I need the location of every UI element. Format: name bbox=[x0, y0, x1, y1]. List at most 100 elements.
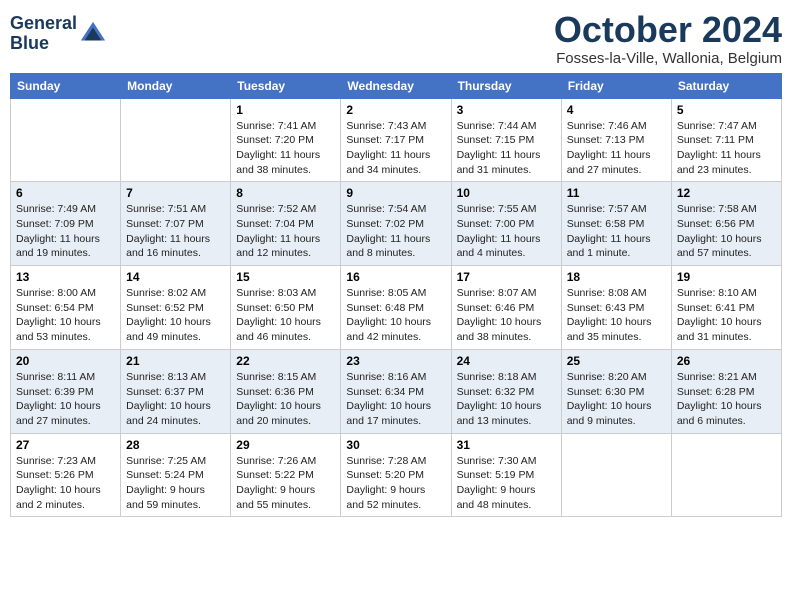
day-number: 17 bbox=[457, 270, 556, 284]
month-title: October 2024 bbox=[554, 10, 782, 50]
day-number: 27 bbox=[16, 438, 115, 452]
day-info: Sunrise: 8:16 AM Sunset: 6:34 PM Dayligh… bbox=[346, 370, 445, 429]
calendar-cell bbox=[11, 98, 121, 182]
calendar-cell: 10 Sunrise: 7:55 AM Sunset: 7:00 PM Dayli… bbox=[451, 182, 561, 266]
calendar-cell: 11 Sunrise: 7:57 AM Sunset: 6:58 PM Dayli… bbox=[561, 182, 671, 266]
day-number: 24 bbox=[457, 354, 556, 368]
day-number: 7 bbox=[126, 186, 225, 200]
day-info: Sunrise: 7:46 AM Sunset: 7:13 PM Dayligh… bbox=[567, 119, 666, 178]
day-info: Sunrise: 8:03 AM Sunset: 6:50 PM Dayligh… bbox=[236, 286, 335, 345]
day-info: Sunrise: 8:18 AM Sunset: 6:32 PM Dayligh… bbox=[457, 370, 556, 429]
calendar-cell: 15 Sunrise: 8:03 AM Sunset: 6:50 PM Dayli… bbox=[231, 266, 341, 350]
calendar-cell: 9 Sunrise: 7:54 AM Sunset: 7:02 PM Daylig… bbox=[341, 182, 451, 266]
day-number: 6 bbox=[16, 186, 115, 200]
calendar-cell: 2Sunrise: 7:43 AM Sunset: 7:17 PM Daylig… bbox=[341, 98, 451, 182]
day-info: Sunrise: 7:28 AM Sunset: 5:20 PM Dayligh… bbox=[346, 454, 445, 513]
day-number: 20 bbox=[16, 354, 115, 368]
day-number: 16 bbox=[346, 270, 445, 284]
calendar-cell: 26Sunrise: 8:21 AM Sunset: 6:28 PM Dayli… bbox=[671, 349, 781, 433]
calendar-table: SundayMondayTuesdayWednesdayThursdayFrid… bbox=[10, 73, 782, 518]
header-day: Saturday bbox=[671, 73, 781, 98]
logo: GeneralBlue bbox=[10, 14, 107, 54]
calendar-cell: 8Sunrise: 7:52 AM Sunset: 7:04 PM Daylig… bbox=[231, 182, 341, 266]
day-number: 30 bbox=[346, 438, 445, 452]
calendar-week: 1 Sunrise: 7:41 AM Sunset: 7:20 PM Daylig… bbox=[11, 98, 782, 182]
calendar-cell: 30 Sunrise: 7:28 AM Sunset: 5:20 PM Dayli… bbox=[341, 433, 451, 517]
calendar-cell: 24 Sunrise: 8:18 AM Sunset: 6:32 PM Dayli… bbox=[451, 349, 561, 433]
calendar-header: SundayMondayTuesdayWednesdayThursdayFrid… bbox=[11, 73, 782, 98]
calendar-cell: 18 Sunrise: 8:08 AM Sunset: 6:43 PM Dayli… bbox=[561, 266, 671, 350]
day-info: Sunrise: 8:13 AM Sunset: 6:37 PM Dayligh… bbox=[126, 370, 225, 429]
day-info: Sunrise: 8:20 AM Sunset: 6:30 PM Dayligh… bbox=[567, 370, 666, 429]
calendar-week: 6 Sunrise: 7:49 AM Sunset: 7:09 PM Daylig… bbox=[11, 182, 782, 266]
day-info: Sunrise: 8:10 AM Sunset: 6:41 PM Dayligh… bbox=[677, 286, 776, 345]
day-info: Sunrise: 8:08 AM Sunset: 6:43 PM Dayligh… bbox=[567, 286, 666, 345]
calendar-cell: 25 Sunrise: 8:20 AM Sunset: 6:30 PM Dayli… bbox=[561, 349, 671, 433]
day-info: Sunrise: 7:41 AM Sunset: 7:20 PM Dayligh… bbox=[236, 119, 335, 178]
day-info: Sunrise: 7:49 AM Sunset: 7:09 PM Dayligh… bbox=[16, 202, 115, 261]
page-header: GeneralBlue October 2024 Fosses-la-Ville… bbox=[10, 10, 782, 67]
day-info: Sunrise: 7:58 AM Sunset: 6:56 PM Dayligh… bbox=[677, 202, 776, 261]
day-info: Sunrise: 8:11 AM Sunset: 6:39 PM Dayligh… bbox=[16, 370, 115, 429]
header-day: Wednesday bbox=[341, 73, 451, 98]
day-number: 5 bbox=[677, 103, 776, 117]
day-info: Sunrise: 7:30 AM Sunset: 5:19 PM Dayligh… bbox=[457, 454, 556, 513]
logo-text: GeneralBlue bbox=[10, 14, 77, 54]
calendar-cell: 22Sunrise: 8:15 AM Sunset: 6:36 PM Dayli… bbox=[231, 349, 341, 433]
day-number: 12 bbox=[677, 186, 776, 200]
calendar-cell: 28 Sunrise: 7:25 AM Sunset: 5:24 PM Dayli… bbox=[121, 433, 231, 517]
day-info: Sunrise: 7:23 AM Sunset: 5:26 PM Dayligh… bbox=[16, 454, 115, 513]
day-info: Sunrise: 7:54 AM Sunset: 7:02 PM Dayligh… bbox=[346, 202, 445, 261]
calendar-cell: 27 Sunrise: 7:23 AM Sunset: 5:26 PM Dayli… bbox=[11, 433, 121, 517]
calendar-cell bbox=[561, 433, 671, 517]
title-block: October 2024 Fosses-la-Ville, Wallonia, … bbox=[554, 10, 782, 67]
day-number: 3 bbox=[457, 103, 556, 117]
calendar-cell: 7 Sunrise: 7:51 AM Sunset: 7:07 PM Daylig… bbox=[121, 182, 231, 266]
day-number: 25 bbox=[567, 354, 666, 368]
day-info: Sunrise: 7:51 AM Sunset: 7:07 PM Dayligh… bbox=[126, 202, 225, 261]
day-info: Sunrise: 7:26 AM Sunset: 5:22 PM Dayligh… bbox=[236, 454, 335, 513]
header-day: Sunday bbox=[11, 73, 121, 98]
calendar-cell: 12 Sunrise: 7:58 AM Sunset: 6:56 PM Dayli… bbox=[671, 182, 781, 266]
day-number: 15 bbox=[236, 270, 335, 284]
day-info: Sunrise: 7:57 AM Sunset: 6:58 PM Dayligh… bbox=[567, 202, 666, 261]
day-number: 11 bbox=[567, 186, 666, 200]
day-number: 9 bbox=[346, 186, 445, 200]
logo-icon bbox=[79, 20, 107, 48]
calendar-cell: 5Sunrise: 7:47 AM Sunset: 7:11 PM Daylig… bbox=[671, 98, 781, 182]
header-day: Tuesday bbox=[231, 73, 341, 98]
day-number: 8 bbox=[236, 186, 335, 200]
calendar-body: 1 Sunrise: 7:41 AM Sunset: 7:20 PM Daylig… bbox=[11, 98, 782, 517]
calendar-cell: 1 Sunrise: 7:41 AM Sunset: 7:20 PM Daylig… bbox=[231, 98, 341, 182]
day-info: Sunrise: 7:25 AM Sunset: 5:24 PM Dayligh… bbox=[126, 454, 225, 513]
day-info: Sunrise: 8:07 AM Sunset: 6:46 PM Dayligh… bbox=[457, 286, 556, 345]
day-number: 10 bbox=[457, 186, 556, 200]
calendar-week: 20 Sunrise: 8:11 AM Sunset: 6:39 PM Dayli… bbox=[11, 349, 782, 433]
calendar-week: 27 Sunrise: 7:23 AM Sunset: 5:26 PM Dayli… bbox=[11, 433, 782, 517]
calendar-cell: 29 Sunrise: 7:26 AM Sunset: 5:22 PM Dayli… bbox=[231, 433, 341, 517]
calendar-cell: 19Sunrise: 8:10 AM Sunset: 6:41 PM Dayli… bbox=[671, 266, 781, 350]
day-info: Sunrise: 7:55 AM Sunset: 7:00 PM Dayligh… bbox=[457, 202, 556, 261]
day-info: Sunrise: 8:05 AM Sunset: 6:48 PM Dayligh… bbox=[346, 286, 445, 345]
day-number: 23 bbox=[346, 354, 445, 368]
day-number: 1 bbox=[236, 103, 335, 117]
calendar-cell: 4Sunrise: 7:46 AM Sunset: 7:13 PM Daylig… bbox=[561, 98, 671, 182]
calendar-cell: 16 Sunrise: 8:05 AM Sunset: 6:48 PM Dayli… bbox=[341, 266, 451, 350]
calendar-cell: 31Sunrise: 7:30 AM Sunset: 5:19 PM Dayli… bbox=[451, 433, 561, 517]
calendar-cell bbox=[671, 433, 781, 517]
calendar-cell: 3Sunrise: 7:44 AM Sunset: 7:15 PM Daylig… bbox=[451, 98, 561, 182]
day-number: 2 bbox=[346, 103, 445, 117]
header-day: Monday bbox=[121, 73, 231, 98]
day-number: 29 bbox=[236, 438, 335, 452]
day-number: 18 bbox=[567, 270, 666, 284]
calendar-cell bbox=[121, 98, 231, 182]
day-number: 26 bbox=[677, 354, 776, 368]
day-info: Sunrise: 8:00 AM Sunset: 6:54 PM Dayligh… bbox=[16, 286, 115, 345]
location: Fosses-la-Ville, Wallonia, Belgium bbox=[554, 50, 782, 67]
day-number: 28 bbox=[126, 438, 225, 452]
day-info: Sunrise: 8:15 AM Sunset: 6:36 PM Dayligh… bbox=[236, 370, 335, 429]
header-day: Friday bbox=[561, 73, 671, 98]
day-info: Sunrise: 8:02 AM Sunset: 6:52 PM Dayligh… bbox=[126, 286, 225, 345]
calendar-cell: 6 Sunrise: 7:49 AM Sunset: 7:09 PM Daylig… bbox=[11, 182, 121, 266]
calendar-cell: 14Sunrise: 8:02 AM Sunset: 6:52 PM Dayli… bbox=[121, 266, 231, 350]
